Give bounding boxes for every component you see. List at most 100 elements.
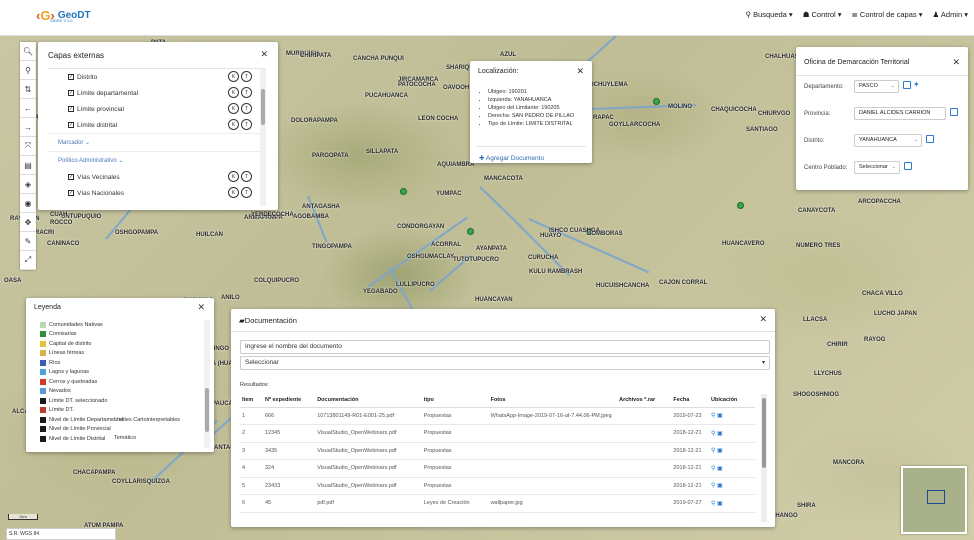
- table-cell[interactable]: VisualStudio_OpenWebinars.pdf: [315, 424, 422, 443]
- table-row[interactable]: 1 666 10713801149-R01-E001-25.pdf Propuesta…: [240, 407, 755, 425]
- map-marker-icon[interactable]: [400, 188, 407, 195]
- table-row[interactable]: 4 324 VisualStudio_OpenWebinars.pdf Propues…: [240, 459, 755, 478]
- layer-k-button[interactable]: K: [228, 71, 239, 82]
- checkbox-checked[interactable]: ✓: [68, 174, 74, 180]
- close-icon[interactable]: ✕: [952, 57, 960, 68]
- table-row[interactable]: 3 3435 VisualStudio_OpenWebinars.pdf Propue…: [240, 442, 755, 460]
- layer-k-button[interactable]: K: [228, 103, 239, 114]
- provincia-select[interactable]: DANIEL ALCIDES CARRION: [854, 107, 946, 120]
- view-icon[interactable]: ▣: [717, 431, 723, 437]
- table-scrollbar[interactable]: [761, 394, 767, 522]
- layer-k-button[interactable]: K: [228, 187, 239, 198]
- add-icon[interactable]: ✦: [913, 80, 920, 89]
- distrito-select[interactable]: YANAHUANCA ⌄: [854, 134, 922, 147]
- map-marker-icon[interactable]: [467, 228, 474, 235]
- layer-t-button[interactable]: T: [241, 119, 252, 130]
- pan-icon[interactable]: ⇅: [20, 80, 36, 99]
- layer-t-button[interactable]: T: [241, 187, 252, 198]
- table-cell[interactable]: WhatsApp-Image-2019-07-16-at-7.44.06-PM.…: [488, 407, 618, 425]
- layer-t-button[interactable]: T: [241, 171, 252, 182]
- zoom-out-icon[interactable]: ⚲: [20, 61, 36, 80]
- layer-item[interactable]: ✓ Vías Vecinales K T: [48, 169, 266, 185]
- table-cell[interactable]: [488, 477, 618, 495]
- map-pin-icon[interactable]: ⚲: [711, 413, 715, 419]
- info-icon[interactable]: ✎: [20, 232, 36, 251]
- user-menu[interactable]: ♟ Admin ▾: [932, 10, 968, 19]
- crs-selector[interactable]: S.R. WGS 84: [6, 528, 116, 540]
- table-cell[interactable]: [488, 424, 618, 443]
- legend-scrollbar[interactable]: [204, 320, 210, 448]
- view-icon[interactable]: ▣: [717, 413, 723, 419]
- table-cell[interactable]: VisualStudio_OpenWebinars.pdf: [315, 459, 422, 478]
- edit-icon[interactable]: [903, 81, 911, 89]
- close-icon[interactable]: ✕: [576, 66, 584, 77]
- edit-icon[interactable]: [950, 108, 958, 116]
- fullscreen-icon[interactable]: ⤧: [20, 137, 36, 156]
- zoom-in-icon[interactable]: 🔍︎: [20, 42, 36, 61]
- layer-k-button[interactable]: K: [228, 87, 239, 98]
- document-type-select[interactable]: Seleccionar ▾: [240, 356, 770, 370]
- add-document-link[interactable]: ✚ Agregar Documento: [479, 154, 544, 162]
- map-pin-icon[interactable]: ⚲: [711, 501, 715, 507]
- table-cell[interactable]: pdf.pdf: [315, 494, 422, 513]
- marker-icon[interactable]: ◈: [20, 175, 36, 194]
- layer-k-button[interactable]: K: [228, 171, 239, 182]
- layer-item[interactable]: ✓ Distrito K T: [48, 69, 266, 85]
- map-pin-icon[interactable]: ⚲: [711, 466, 715, 472]
- search-menu[interactable]: ⚲ Busqueda ▾: [745, 10, 792, 19]
- column-header[interactable]: Nº expediente: [262, 394, 316, 408]
- table-row[interactable]: 5 23433 VisualStudio_OpenWebinars.pdf Propu…: [240, 477, 755, 495]
- layer-item[interactable]: ✓ Límite distrital K T: [48, 117, 266, 133]
- table-cell[interactable]: 10713801149-R01-E001-25.pdf: [315, 407, 422, 425]
- column-header[interactable]: tipo: [421, 394, 489, 408]
- view-icon[interactable]: ▣: [717, 466, 723, 472]
- table-cell[interactable]: wallpaper.jpg: [488, 494, 618, 513]
- table-cell[interactable]: [488, 459, 618, 478]
- document-search-input[interactable]: Ingrese el nombre del documento: [240, 340, 770, 354]
- map-pin-icon[interactable]: ⚲: [711, 483, 715, 489]
- map-pin-icon[interactable]: ⚲: [711, 448, 715, 454]
- checkbox-checked[interactable]: ✓: [68, 122, 74, 128]
- column-header[interactable]: Archivos *.rar: [617, 394, 672, 408]
- table-cell[interactable]: [488, 442, 618, 460]
- measure-icon[interactable]: ⤢: [20, 251, 36, 270]
- table-cell[interactable]: VisualStudio_OpenWebinars.pdf: [315, 442, 422, 460]
- map-marker-icon[interactable]: [653, 98, 660, 105]
- checkbox-checked[interactable]: ✓: [68, 74, 74, 80]
- move-icon[interactable]: ✥: [20, 213, 36, 232]
- centro-poblado-select[interactable]: Seleccionar ⌄: [854, 161, 900, 174]
- checkbox-checked[interactable]: ✓: [68, 90, 74, 96]
- overview-minimap[interactable]: [901, 466, 967, 534]
- map-marker-icon[interactable]: [737, 202, 744, 209]
- location-icon[interactable]: ◉: [20, 194, 36, 213]
- close-icon[interactable]: ✕: [260, 49, 268, 60]
- layer-item[interactable]: ✓ Límite provincial K T: [48, 101, 266, 117]
- column-header[interactable]: Fecha: [671, 394, 709, 408]
- layers-scrollbar[interactable]: [260, 69, 266, 206]
- view-icon[interactable]: ▣: [717, 448, 723, 454]
- view-icon[interactable]: ▣: [717, 483, 723, 489]
- close-icon[interactable]: ✕: [759, 314, 767, 325]
- column-header[interactable]: Item: [240, 394, 263, 408]
- map-pin-icon[interactable]: ⚲: [711, 431, 715, 437]
- table-row[interactable]: 6 45 pdf.pdf Leyes de Creación wallpaper.jpg…: [240, 494, 755, 513]
- departamento-select[interactable]: PASCO ⌄: [854, 80, 899, 93]
- column-header[interactable]: Ubicación: [709, 394, 755, 408]
- layer-control-menu[interactable]: ≣ Control de capas ▾: [852, 10, 923, 19]
- layer-item[interactable]: ✓ Vías Nacionales K T: [48, 185, 266, 201]
- section-politico[interactable]: Político Administrativo ⌄: [48, 151, 266, 169]
- layer-k-button[interactable]: K: [228, 119, 239, 130]
- layer-t-button[interactable]: T: [241, 103, 252, 114]
- checkbox-checked[interactable]: ✓: [68, 190, 74, 196]
- close-icon[interactable]: ✕: [197, 302, 205, 313]
- checkbox-checked[interactable]: ✓: [68, 106, 74, 112]
- layer-t-button[interactable]: T: [241, 71, 252, 82]
- layer-t-button[interactable]: T: [241, 87, 252, 98]
- column-header[interactable]: Documentación: [315, 394, 422, 408]
- table-row[interactable]: 2 12345 VisualStudio_OpenWebinars.pdf Propu…: [240, 424, 755, 443]
- edit-icon[interactable]: [926, 135, 934, 143]
- control-menu[interactable]: ☗ Control ▾: [803, 10, 842, 19]
- view-icon[interactable]: ▣: [717, 501, 723, 507]
- forward-icon[interactable]: →: [20, 118, 36, 137]
- table-cell[interactable]: VisualStudio_OpenWebinars.pdf: [315, 477, 422, 495]
